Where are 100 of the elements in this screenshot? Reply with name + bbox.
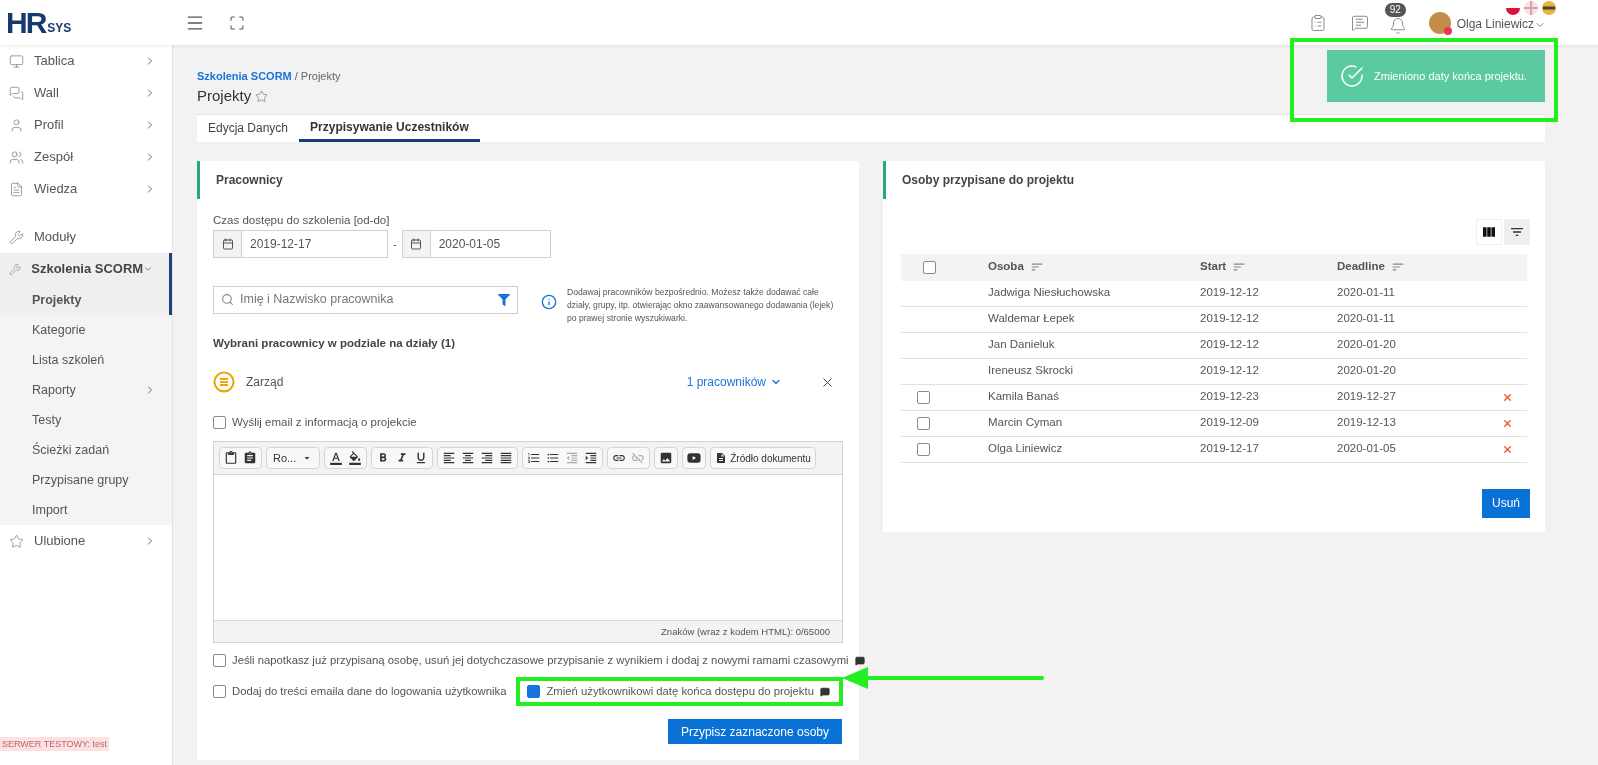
align-left-icon[interactable] [442, 451, 457, 466]
search-input[interactable]: Imię i Nazwisko pracownika [240, 290, 492, 310]
info-icon [541, 293, 557, 310]
user-name[interactable]: Olga Liniewicz [1456, 14, 1534, 33]
flag-icon[interactable] [1542, 1, 1556, 15]
align-right-icon[interactable] [480, 451, 495, 466]
star-icon[interactable] [255, 89, 269, 103]
checkbox[interactable] [917, 390, 930, 404]
search-icon [221, 293, 234, 307]
delete-icon[interactable] [1501, 391, 1513, 403]
numbered-list-icon[interactable] [527, 451, 542, 466]
clipboard-icon[interactable] [1308, 13, 1327, 32]
submenu-item[interactable]: Przypisane grupy [0, 465, 172, 495]
checkbox[interactable] [923, 260, 936, 274]
sidebar-item[interactable]: Tablica [0, 45, 172, 77]
sidebar-item[interactable]: Szkolenia SCORM [0, 253, 172, 285]
sidebar-item[interactable]: Profil [0, 109, 172, 141]
delete-button[interactable]: Usuń [1482, 488, 1530, 518]
table-cell-text: 2019-12-23 [1200, 389, 1259, 405]
sidebar-item[interactable]: Ulubione [0, 525, 172, 557]
submenu-item[interactable]: Ścieżki zadań [0, 435, 172, 465]
wrench-icon [9, 229, 24, 245]
page-title: Projekty [197, 86, 252, 106]
chat-icon [9, 85, 24, 101]
character-counter: Znaków (wraz z kodem HTML): 0/65000 [661, 624, 830, 639]
column-header[interactable]: Deadline [1337, 258, 1385, 276]
department-name: Zarząd [246, 374, 285, 391]
column-header[interactable]: Start [1200, 258, 1227, 276]
calendar-icon[interactable] [221, 237, 234, 250]
table-cell-text: Kamila Banaś [988, 389, 1060, 405]
source-button[interactable]: Źródło dokumentu [710, 447, 816, 470]
checkbox[interactable] [213, 685, 226, 699]
paste-icon[interactable] [224, 451, 238, 466]
indent-icon[interactable] [584, 451, 599, 466]
breadcrumb-separator: / [294, 70, 298, 82]
checkbox[interactable] [213, 654, 226, 668]
paste-text-icon[interactable] [243, 451, 257, 466]
table-cell-text: 2020-01-11 [1337, 285, 1395, 301]
assign-button[interactable]: Przypisz zaznaczone osoby [667, 719, 842, 745]
checkbox[interactable] [213, 416, 226, 430]
filter-icon[interactable] [498, 293, 510, 306]
table-cell-text: Waldemar Łepek [988, 311, 1076, 327]
wrench-icon [9, 261, 22, 277]
breadcrumb-current: Projekty [300, 70, 341, 82]
calendar-icon[interactable] [410, 237, 423, 250]
search-field[interactable]: Imię i Nazwisko pracownika [213, 285, 518, 314]
info-text: Dodawaj pracowników bezpośrednio. Możesz także dodawać całe działy, grupy, itp. otwierając okno zaawansowanego dodawania (lejek) po prawej stronie wyszukiwarki. [567, 285, 835, 325]
table-cell-text: 2019-12-17 [1200, 441, 1259, 457]
tab[interactable]: Przypisywanie Uczestników [299, 114, 480, 142]
submenu-item[interactable]: Lista szkoleń [0, 345, 172, 375]
table-cell-text: 2019-12-12 [1200, 311, 1259, 327]
submenu-item[interactable]: Testy [0, 405, 172, 435]
fullscreen-icon[interactable] [229, 14, 245, 31]
date-field[interactable]: 2019-12-17 [213, 229, 388, 258]
submenu-item[interactable]: Kategorie [0, 315, 172, 345]
checkbox[interactable] [527, 685, 541, 699]
panel-title: Pracownicy [216, 171, 283, 189]
submenu-item[interactable]: Import [0, 495, 172, 525]
table-cell-text: Ireneusz Skrocki [988, 363, 1074, 379]
table-cell-text: 2019-12-09 [1200, 415, 1259, 431]
message-icon[interactable] [1350, 13, 1369, 32]
checkbox[interactable] [917, 442, 930, 456]
checkbox-label: Dodaj do treści emaila dane do logowania użytkownika [232, 684, 507, 700]
sidebar-item[interactable]: Wiedza [0, 173, 172, 205]
submenu-item[interactable]: Projekty [0, 285, 172, 315]
table-cell-text: 2019-12-12 [1200, 285, 1259, 301]
check-circle-icon [1340, 64, 1364, 88]
tab[interactable]: Edycja Danych [197, 114, 300, 142]
video-icon[interactable] [687, 451, 702, 466]
background-color-icon[interactable] [348, 451, 363, 466]
align-justify-icon[interactable] [499, 451, 514, 466]
table-cell-text: 2020-01-05 [1337, 441, 1396, 457]
document-icon [9, 181, 24, 197]
checkbox-label: Zmień użytkownikowi datę końca dostępu do projektu [546, 684, 814, 700]
column-header[interactable]: Osoba [988, 258, 1024, 276]
section-heading: Wybrani pracownicy w podziale na działy (1) [213, 335, 456, 351]
users-icon [9, 149, 24, 165]
checkbox-label: Wyślij email z informacją o projekcie [232, 415, 417, 430]
bell-icon[interactable] [1388, 16, 1407, 35]
submenu-item[interactable]: Raporty [0, 375, 172, 405]
breadcrumb-link[interactable]: Szkolenia SCORM [197, 70, 292, 82]
delete-icon[interactable] [1501, 443, 1513, 455]
employee-count-link[interactable]: 1 pracowników [686, 373, 782, 391]
date-separator: - [393, 236, 397, 252]
checkbox[interactable] [917, 416, 930, 430]
table-cell-text: 2020-01-20 [1337, 363, 1396, 379]
toast-message: Zmieniono daty końca projektu. [1374, 68, 1527, 84]
monitor-icon [9, 53, 24, 69]
delete-icon[interactable] [1501, 417, 1513, 429]
image-icon[interactable] [659, 451, 674, 466]
rich-text-editor[interactable]: Ro... Źródło dokumentu Znaków (wraz z kodem HTML): 0/65000 [213, 441, 843, 644]
server-badge: SERWER TESTOWY: test [0, 737, 110, 751]
sidebar-item[interactable]: Moduły [0, 221, 172, 253]
text-color-icon[interactable] [329, 451, 344, 466]
table-cell-text: 2019-12-13 [1337, 415, 1396, 431]
sidebar-item[interactable]: Wall [0, 77, 172, 109]
sidebar-item[interactable]: Zespół [0, 141, 172, 173]
table-cell-text: 2019-12-12 [1200, 337, 1259, 353]
date-field[interactable]: 2020-01-05 [401, 229, 551, 258]
align-center-icon[interactable] [461, 451, 476, 466]
